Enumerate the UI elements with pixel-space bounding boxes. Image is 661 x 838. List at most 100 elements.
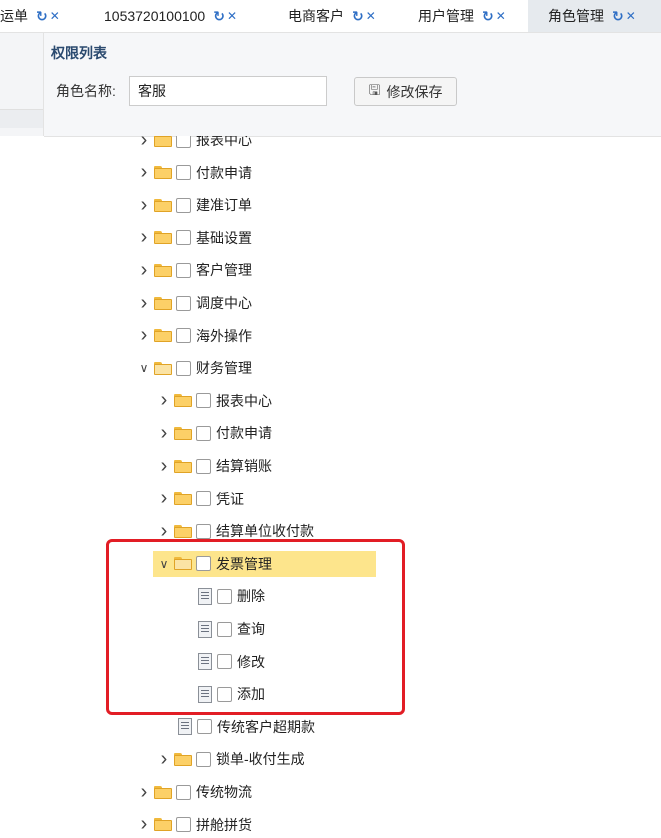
tree-leaf-node[interactable]: 查询 bbox=[176, 616, 265, 642]
tree-node-checkbox[interactable] bbox=[196, 556, 211, 572]
save-button[interactable]: 🖫 修改保存 bbox=[354, 77, 457, 106]
tree-folder-node[interactable]: › 结算单位收付款 bbox=[156, 518, 314, 544]
role-name-input[interactable] bbox=[129, 76, 327, 106]
tree-folder-node[interactable]: › 报表中心 bbox=[136, 136, 252, 153]
tree-node-checkbox[interactable] bbox=[176, 165, 191, 181]
document-icon bbox=[198, 685, 212, 703]
tree-node-checkbox[interactable] bbox=[196, 393, 211, 409]
tree-node-checkbox[interactable] bbox=[196, 425, 211, 441]
tree-folder-node[interactable]: › 客户管理 bbox=[136, 257, 252, 283]
tree-folder-node[interactable]: › 报表中心 bbox=[156, 388, 272, 414]
tree-node-checkbox[interactable] bbox=[217, 686, 232, 702]
chevron-right-icon[interactable]: › bbox=[156, 520, 172, 543]
chevron-right-icon[interactable]: › bbox=[136, 781, 152, 804]
tree-leaf-node[interactable]: 添加 bbox=[176, 681, 265, 707]
folder-icon bbox=[154, 361, 172, 375]
left-pane bbox=[0, 33, 44, 136]
chevron-right-icon[interactable]: › bbox=[156, 487, 172, 510]
folder-icon bbox=[154, 785, 172, 799]
folder-icon bbox=[154, 136, 172, 147]
tree-node-checkbox[interactable] bbox=[196, 751, 211, 767]
tree-folder-node[interactable]: › 锁单-收付生成 bbox=[156, 746, 305, 772]
tree-node-label: 结算单位收付款 bbox=[216, 523, 314, 540]
tree-folder-node[interactable]: › 传统物流 bbox=[136, 779, 252, 805]
folder-icon bbox=[174, 426, 192, 440]
tree-folder-node[interactable]: ∨ 财务管理 bbox=[136, 355, 252, 381]
tree-node-checkbox[interactable] bbox=[196, 458, 211, 474]
tree-node-checkbox[interactable] bbox=[197, 719, 212, 735]
tree-node-label: 添加 bbox=[237, 686, 265, 703]
chevron-right-icon[interactable]: › bbox=[156, 748, 172, 771]
refresh-icon[interactable]: ↻ bbox=[36, 8, 48, 25]
tree-folder-node[interactable]: › 基础设置 bbox=[136, 225, 252, 251]
close-icon[interactable]: ✕ bbox=[626, 9, 636, 23]
tree-node-checkbox[interactable] bbox=[196, 491, 211, 507]
refresh-icon[interactable]: ↻ bbox=[482, 8, 494, 25]
tab-waybill[interactable]: 运单 ↻ ✕ bbox=[0, 0, 60, 32]
refresh-icon[interactable]: ↻ bbox=[213, 8, 225, 25]
tree-node-checkbox[interactable] bbox=[176, 817, 191, 833]
tree-node-label: 调度中心 bbox=[196, 295, 252, 311]
refresh-icon[interactable]: ↻ bbox=[352, 8, 364, 25]
tree-node-checkbox[interactable] bbox=[217, 621, 232, 637]
tree-folder-node[interactable]: › 付款申请 bbox=[136, 160, 252, 186]
document-icon bbox=[178, 718, 192, 736]
tree-node-checkbox[interactable] bbox=[176, 230, 191, 246]
tree-node-label: 传统客户超期款 bbox=[217, 718, 315, 735]
close-icon[interactable]: ✕ bbox=[496, 9, 506, 23]
tree-folder-node[interactable]: ∨ 发票管理 bbox=[153, 550, 376, 577]
tree-node-checkbox[interactable] bbox=[176, 784, 191, 800]
tree-folder-node[interactable]: › 拼舱拼货 bbox=[136, 812, 252, 838]
tab-label: 电商客户 bbox=[288, 8, 344, 24]
chevron-right-icon[interactable]: › bbox=[136, 226, 152, 249]
tree-leaf-node[interactable]: 修改 bbox=[176, 649, 265, 675]
left-pane-band bbox=[0, 109, 43, 128]
chevron-right-icon[interactable]: › bbox=[156, 422, 172, 445]
tree-folder-node[interactable]: › 海外操作 bbox=[136, 323, 252, 349]
tree-node-checkbox[interactable] bbox=[217, 588, 232, 604]
chevron-right-icon[interactable]: › bbox=[156, 389, 172, 412]
tree-node-checkbox[interactable] bbox=[176, 136, 191, 148]
folder-icon bbox=[174, 557, 192, 571]
chevron-right-icon[interactable]: › bbox=[136, 194, 152, 217]
chevron-right-icon[interactable]: › bbox=[136, 324, 152, 347]
close-icon[interactable]: ✕ bbox=[227, 9, 237, 23]
folder-icon bbox=[154, 166, 172, 180]
permission-tree: › 报表中心 › 付款申请 › 建准订单 › 基础设置 › 客户管理 › 调度中心 › 海外操作 ∨ 财务管理… bbox=[0, 136, 661, 838]
tree-folder-node[interactable]: › 建准订单 bbox=[136, 192, 252, 218]
close-icon[interactable]: ✕ bbox=[50, 9, 60, 23]
tree-folder-node[interactable]: › 凭证 bbox=[156, 486, 244, 512]
document-icon bbox=[198, 587, 212, 605]
chevron-right-icon[interactable]: › bbox=[136, 161, 152, 184]
chevron-right-icon[interactable]: › bbox=[136, 813, 152, 836]
chevron-down-icon[interactable]: ∨ bbox=[136, 361, 152, 375]
tree-folder-node[interactable]: › 调度中心 bbox=[136, 290, 252, 316]
tree-node-checkbox[interactable] bbox=[176, 295, 191, 311]
folder-icon bbox=[154, 329, 172, 343]
tree-node-checkbox[interactable] bbox=[176, 197, 191, 213]
tree-node-checkbox[interactable] bbox=[176, 262, 191, 278]
tree-node-checkbox[interactable] bbox=[217, 654, 232, 670]
chevron-right-icon[interactable]: › bbox=[136, 292, 152, 315]
folder-icon bbox=[174, 492, 192, 506]
tree-node-label: 报表中心 bbox=[216, 392, 272, 409]
tab-user-management[interactable]: 用户管理 ↻ ✕ bbox=[418, 0, 506, 32]
save-button-label: 修改保存 bbox=[386, 83, 443, 100]
chevron-right-icon[interactable]: › bbox=[136, 259, 152, 282]
tree-leaf-node[interactable]: 删除 bbox=[176, 583, 265, 609]
tree-leaf-node[interactable]: 传统客户超期款 bbox=[156, 714, 315, 740]
close-icon[interactable]: ✕ bbox=[366, 9, 376, 23]
tree-folder-node[interactable]: › 结算销账 bbox=[156, 453, 272, 479]
tree-node-checkbox[interactable] bbox=[176, 328, 191, 344]
refresh-icon[interactable]: ↻ bbox=[612, 8, 624, 25]
tree-node-checkbox[interactable] bbox=[176, 360, 191, 376]
tab-ecommerce-customers[interactable]: 电商客户 ↻ ✕ bbox=[288, 0, 376, 32]
chevron-down-icon[interactable]: ∨ bbox=[156, 557, 172, 571]
chevron-right-icon[interactable]: › bbox=[136, 136, 152, 152]
tab-role-management[interactable]: 角色管理 ↻ ✕ bbox=[528, 0, 661, 32]
chevron-right-icon[interactable]: › bbox=[156, 455, 172, 478]
tree-node-checkbox[interactable] bbox=[196, 523, 211, 539]
tree-folder-node[interactable]: › 付款申请 bbox=[156, 420, 272, 446]
tree-node-label: 客户管理 bbox=[196, 262, 252, 279]
tab-1053720100100[interactable]: 1053720100100 ↻ ✕ bbox=[104, 0, 237, 32]
